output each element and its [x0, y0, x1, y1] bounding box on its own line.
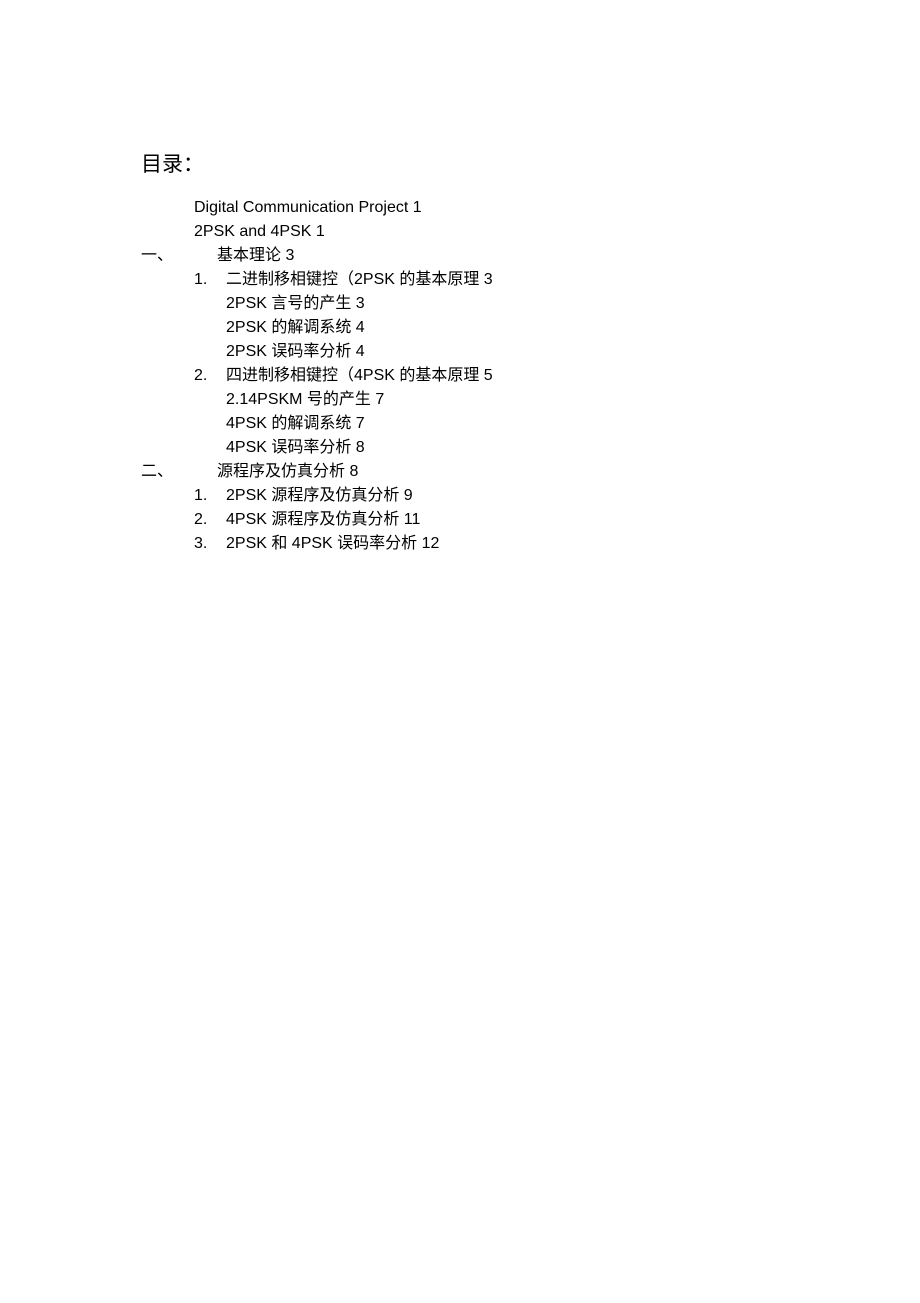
toc-text: 二进制移相键控（2PSK 的基本原理 3: [226, 268, 493, 292]
toc-sub-entry: 2PSK 的解调系统 4: [141, 316, 920, 340]
section-marker: 一、: [141, 244, 217, 268]
toc-text: 4PSK 源程序及仿真分析 11: [226, 508, 420, 532]
toc-sub-entry: 2.14PSKM 号的产生 7: [141, 388, 920, 412]
toc-title: 目录：: [141, 148, 920, 178]
toc-numbered-entry: 2.四进制移相键控（4PSK 的基本原理 5: [141, 364, 920, 388]
toc-container: Digital Communication Project 12PSK and …: [141, 196, 920, 556]
toc-text: 基本理论 3: [217, 244, 294, 268]
toc-text: 四进制移相键控（4PSK 的基本原理 5: [226, 364, 493, 388]
section-marker: 二、: [141, 460, 217, 484]
number-marker: 2.: [194, 364, 226, 388]
number-marker: 1.: [194, 484, 226, 508]
toc-section: 一、基本理论 3: [141, 244, 920, 268]
number-marker: 2.: [194, 508, 226, 532]
toc-numbered-entry: 3.2PSK 和 4PSK 误码率分析 12: [141, 532, 920, 556]
number-marker: 1.: [194, 268, 226, 292]
toc-sub-entry: 4PSK 误码率分析 8: [141, 436, 920, 460]
toc-sub-entry: 2PSK 言号的产生 3: [141, 292, 920, 316]
toc-text: 源程序及仿真分析 8: [217, 460, 358, 484]
toc-text: 2PSK 和 4PSK 误码率分析 12: [226, 532, 439, 556]
toc-entry: 2PSK and 4PSK 1: [141, 220, 920, 244]
number-marker: 3.: [194, 532, 226, 556]
toc-sub-entry: 2PSK 误码率分析 4: [141, 340, 920, 364]
toc-numbered-entry: 1.2PSK 源程序及仿真分析 9: [141, 484, 920, 508]
toc-section: 二、源程序及仿真分析 8: [141, 460, 920, 484]
toc-sub-entry: 4PSK 的解调系统 7: [141, 412, 920, 436]
toc-entry: Digital Communication Project 1: [141, 196, 920, 220]
toc-text: 2PSK 源程序及仿真分析 9: [226, 484, 413, 508]
toc-numbered-entry: 2.4PSK 源程序及仿真分析 11: [141, 508, 920, 532]
toc-numbered-entry: 1.二进制移相键控（2PSK 的基本原理 3: [141, 268, 920, 292]
